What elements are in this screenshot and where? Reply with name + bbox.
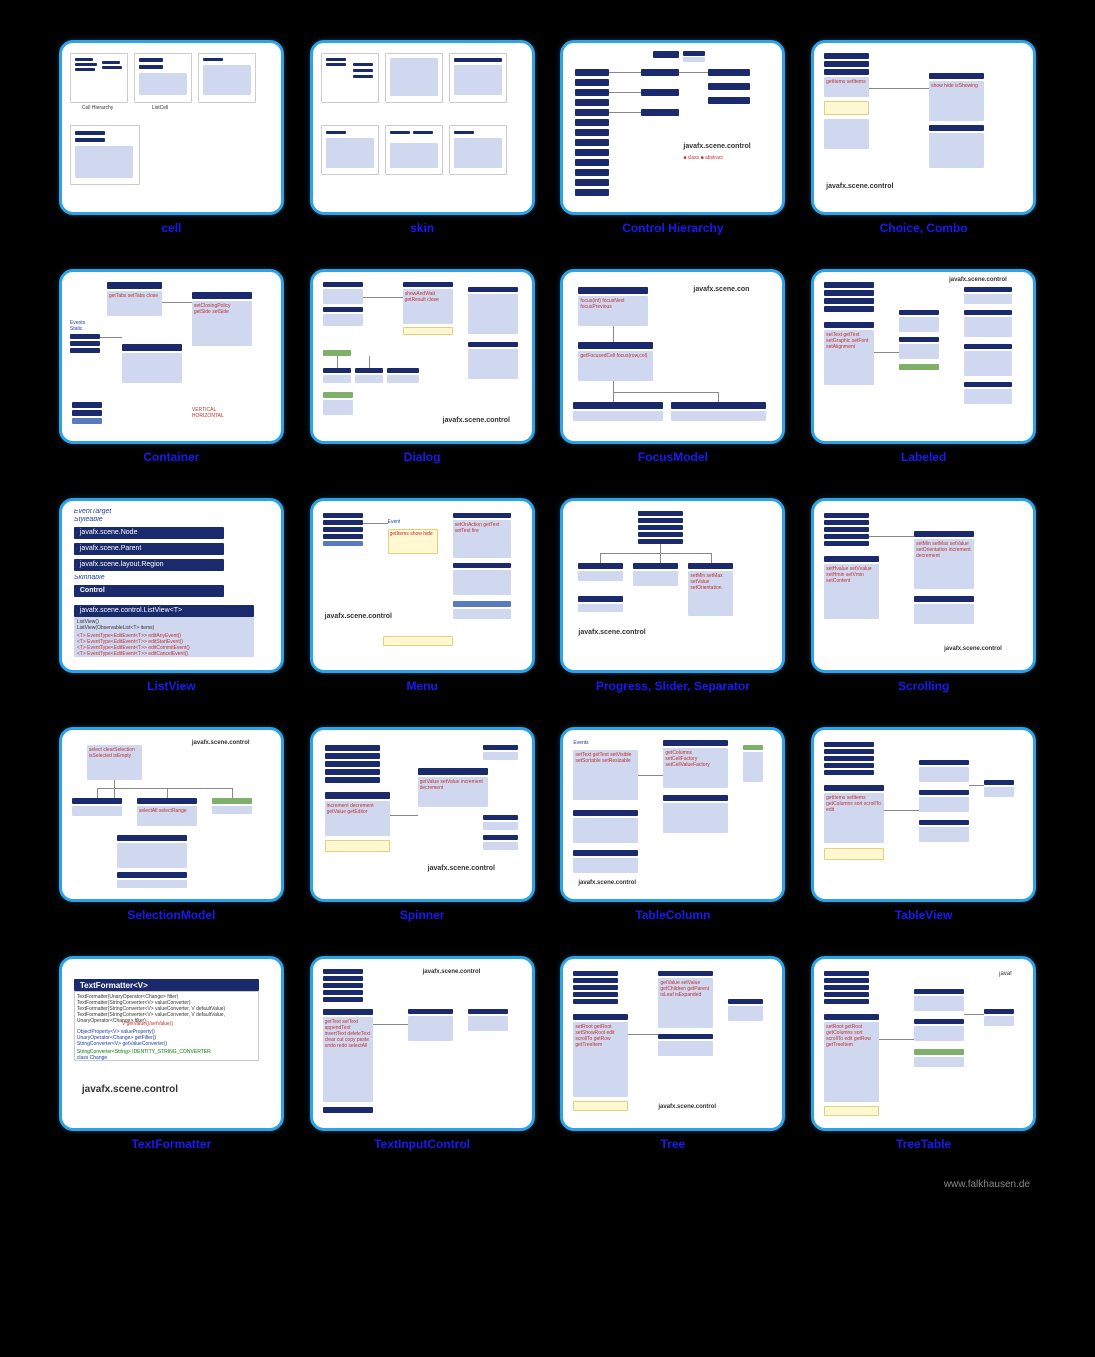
card-textformatter[interactable]: TextFormatter<V> TextFormatter(UnaryOper… [55,956,288,1167]
card-label: skin [410,221,434,251]
card-label: Control Hierarchy [622,221,723,251]
card-label: Choice, Combo [880,221,968,251]
card-label: Progress, Slider, Separator [596,679,750,709]
card-label: Dialog [404,450,441,480]
card-scrolling[interactable]: setHvalue setVvalue setHmin setVmin setC… [807,498,1040,709]
card-label: Menu [406,679,437,709]
card-label: SelectionModel [127,908,215,938]
card-label: TextInputControl [374,1137,470,1167]
card-tableview[interactable]: getItems setItems getColumns sort scroll… [807,727,1040,938]
card-treetable[interactable]: setRoot getRoot getColumns sort scrollTo… [807,956,1040,1167]
card-tablecolumn[interactable]: Events setText getText setVisible setSor… [557,727,790,938]
card-dialog[interactable]: showAndWait getResult close javafx.scene… [306,269,539,480]
card-label: Container [143,450,199,480]
card-focusmodel[interactable]: focus(int) focusNext focusPrevious getFo… [557,269,790,480]
thumbnail-grid: Cell Hierarchy ListCell cell [55,40,1040,1167]
card-label: ListView [147,679,195,709]
card-label: TreeTable [896,1137,951,1167]
card-label: cell [161,221,181,251]
card-control-hierarchy[interactable]: javafx.scene.control ■ class ■ abstract … [557,40,790,251]
card-cell[interactable]: Cell Hierarchy ListCell cell [55,40,288,251]
card-label: Tree [661,1137,686,1167]
card-spinner[interactable]: increment decrement getValue getEditor g… [306,727,539,938]
card-label: Spinner [400,908,445,938]
card-choice-combo[interactable]: getItems setItems show hide isShowing ja… [807,40,1040,251]
card-label: Labeled [901,450,946,480]
card-progress-slider-separator[interactable]: setMin setMax setValue setOrientation ja… [557,498,790,709]
card-labeled[interactable]: setText getText setGraphic setFont setAl… [807,269,1040,480]
card-label: Scrolling [898,679,949,709]
card-container[interactable]: getTabs setTabs close Events Static setC… [55,269,288,480]
card-label: TableView [895,908,953,938]
card-textinputcontrol[interactable]: getText setText appendText insertText de… [306,956,539,1167]
card-listview[interactable]: EventTarget Styleable javafx.scene.Node … [55,498,288,709]
card-label: FocusModel [638,450,708,480]
card-skin[interactable]: skin [306,40,539,251]
card-tree[interactable]: setRoot getRoot setShowRoot edit scrollT… [557,956,790,1167]
footer-credit: www.falkhausen.de [55,1179,1040,1190]
card-label: TableColumn [635,908,710,938]
card-menu[interactable]: Event getItems show hide setOnAction get… [306,498,539,709]
card-label: TextFormatter [131,1137,211,1167]
card-selectionmodel[interactable]: select clearSelection isSelected isEmpty… [55,727,288,938]
